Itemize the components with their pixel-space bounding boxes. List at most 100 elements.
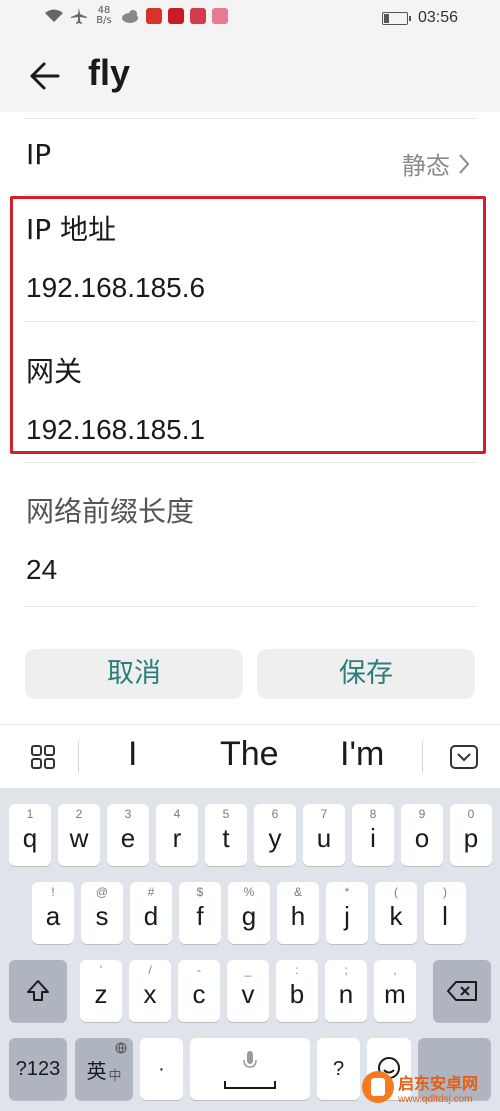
key-j[interactable]: * j xyxy=(326,882,368,944)
status-bar-left: 48 B/s xyxy=(44,6,228,26)
key-char: j xyxy=(344,901,350,931)
symbols-key[interactable]: ?123 xyxy=(9,1038,67,1100)
key-b[interactable]: :b xyxy=(276,960,318,1022)
key-l[interactable]: ) l xyxy=(424,882,466,944)
key-hint: ( xyxy=(394,885,398,899)
key-a[interactable]: ! a xyxy=(32,882,74,944)
key-hint: 4 xyxy=(173,807,181,821)
backspace-icon xyxy=(447,981,477,1001)
key-z[interactable]: ' z xyxy=(80,960,122,1022)
divider xyxy=(24,462,476,463)
language-key[interactable]: 英 中 xyxy=(75,1038,133,1100)
ip-mode-selector[interactable]: 静态 xyxy=(402,146,470,181)
key-w[interactable]: 2w xyxy=(58,804,100,866)
key-hint: 9 xyxy=(418,807,426,821)
wifi-icon xyxy=(45,9,63,22)
key-o[interactable]: 9o xyxy=(401,804,443,866)
key-hint: ' xyxy=(99,963,103,977)
hide-keyboard-icon[interactable] xyxy=(450,745,478,769)
calendar-notification-icon xyxy=(190,8,206,24)
key-hint: $ xyxy=(196,885,204,899)
key-x[interactable]: / x xyxy=(129,960,171,1022)
key-hint: & xyxy=(293,885,302,899)
key-char: u xyxy=(316,823,332,853)
key-hint: _ xyxy=(244,963,252,977)
cancel-button[interactable]: 取消 xyxy=(25,649,243,699)
key-y[interactable]: 6y xyxy=(254,804,296,866)
key-char: c xyxy=(192,979,206,1009)
network-speed: 48 B/s xyxy=(94,6,114,26)
question-key-label: ? xyxy=(332,1057,345,1080)
key-m[interactable]: ,m xyxy=(374,960,416,1022)
airplane-icon xyxy=(71,8,87,24)
key-s[interactable]: @ s xyxy=(81,882,123,944)
key-u[interactable]: 7u xyxy=(303,804,345,866)
shift-key[interactable] xyxy=(9,960,67,1022)
tmall-notification-icon xyxy=(168,8,184,24)
key-f[interactable]: $ f xyxy=(179,882,221,944)
arrow-left-icon[interactable] xyxy=(24,56,64,96)
gateway-field[interactable]: 192.168.185.1 xyxy=(26,414,205,446)
key-d[interactable]: # d xyxy=(130,882,172,944)
key-char: h xyxy=(290,901,306,931)
prefix-length-label: 网络前缀长度 xyxy=(26,495,195,528)
key-r[interactable]: 4r xyxy=(156,804,198,866)
watermark-name: 启东安卓网 xyxy=(398,1073,479,1093)
key-i[interactable]: 8i xyxy=(352,804,394,866)
app-bar: fly xyxy=(0,38,500,112)
key-char: v xyxy=(241,979,255,1009)
key-hint: 8 xyxy=(369,807,377,821)
key-hint: 0 xyxy=(467,807,475,821)
chevron-right-icon xyxy=(459,153,470,174)
network-speed-unit: B/s xyxy=(96,15,112,26)
key-k[interactable]: (k xyxy=(375,882,417,944)
weather-icon xyxy=(122,10,138,23)
suggestion-word[interactable]: The xyxy=(220,735,279,774)
key-hint: @ xyxy=(95,885,109,899)
key-char: o xyxy=(414,823,430,853)
question-key[interactable]: ? xyxy=(317,1038,360,1100)
ip-mode-row[interactable]: IP 静态 xyxy=(0,118,500,194)
key-v[interactable]: _ v xyxy=(227,960,269,1022)
app-notification-icon xyxy=(146,8,162,24)
space-bar-icon xyxy=(224,1081,276,1089)
language-key-label: 英 xyxy=(86,1058,107,1083)
suggestion-word[interactable]: I'm xyxy=(340,735,384,774)
key-hint: ! xyxy=(51,885,55,899)
key-char: w xyxy=(69,823,89,853)
watermark: 启东安卓网 www.qdltdsj.com xyxy=(362,1067,494,1107)
ip-address-field[interactable]: 192.168.185.6 xyxy=(26,272,205,304)
key-t[interactable]: 5t xyxy=(205,804,247,866)
globe-icon xyxy=(115,1042,127,1054)
key-q[interactable]: 1q xyxy=(9,804,51,866)
key-n[interactable]: ; n xyxy=(325,960,367,1022)
key-char: k xyxy=(389,901,403,931)
key-char: s xyxy=(95,901,109,931)
dot-key[interactable]: · xyxy=(140,1038,183,1100)
key-hint: 3 xyxy=(124,807,132,821)
save-button[interactable]: 保存 xyxy=(257,649,475,699)
key-hint: % xyxy=(243,885,255,899)
key-hint: 2 xyxy=(75,807,83,821)
key-h[interactable]: & h xyxy=(277,882,319,944)
key-hint: , xyxy=(393,963,397,977)
backspace-key[interactable] xyxy=(433,960,491,1022)
space-key[interactable] xyxy=(190,1038,310,1100)
status-bar-right: 03:56 xyxy=(381,9,458,27)
suggestion-word[interactable]: I xyxy=(128,735,137,774)
prefix-length-field[interactable]: 24 xyxy=(26,554,57,586)
language-key-sub: 中 xyxy=(108,1068,122,1084)
key-hint: - xyxy=(197,963,201,977)
key-g[interactable]: % g xyxy=(228,882,270,944)
key-p[interactable]: 0p xyxy=(450,804,492,866)
battery-level xyxy=(383,13,389,23)
grid-menu-icon[interactable] xyxy=(30,744,56,770)
key-e[interactable]: 3e xyxy=(107,804,149,866)
key-char: l xyxy=(442,901,448,931)
keyboard-suggestion-bar: I The I'm xyxy=(0,724,500,788)
key-char: x xyxy=(143,979,157,1009)
shop-notification-icon xyxy=(212,8,228,24)
key-hint: # xyxy=(147,885,155,899)
key-char: r xyxy=(172,823,182,853)
key-c[interactable]: -c xyxy=(178,960,220,1022)
